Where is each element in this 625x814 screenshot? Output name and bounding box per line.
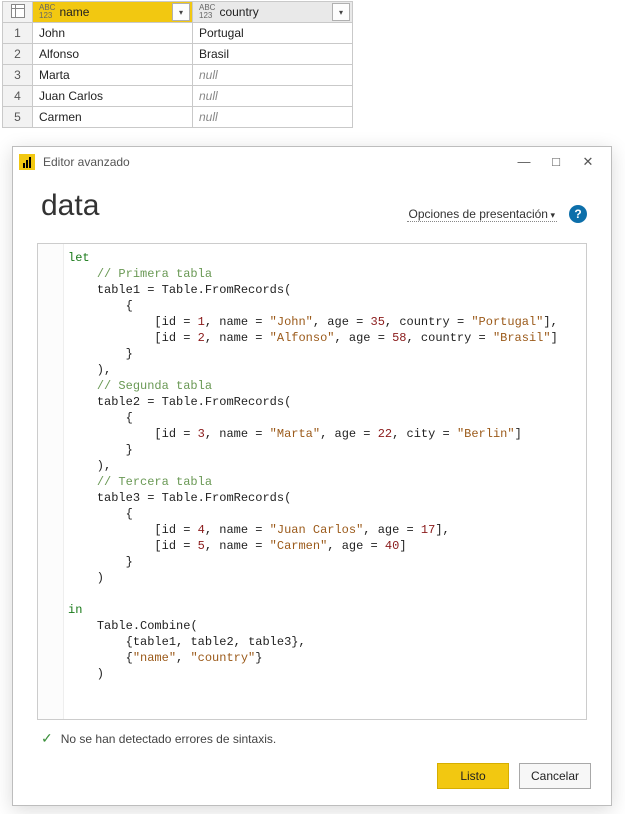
- column-filter-button[interactable]: ▾: [332, 3, 350, 21]
- cell-name[interactable]: Juan Carlos: [33, 86, 193, 107]
- cell-name[interactable]: Carmen: [33, 107, 193, 128]
- advanced-editor-window: Editor avanzado — □ ✕ data Opciones de p…: [12, 146, 612, 806]
- cell-name[interactable]: John: [33, 23, 193, 44]
- row-number: 1: [3, 23, 33, 44]
- column-name-label: country: [217, 5, 332, 19]
- cell-country[interactable]: null: [193, 107, 353, 128]
- check-icon: ✓: [41, 730, 53, 747]
- row-number: 2: [3, 44, 33, 65]
- syntax-status: ✓ No se han detectado errores de sintaxi…: [13, 720, 611, 747]
- code-editor[interactable]: let // Primera tabla table1 = Table.From…: [37, 243, 587, 720]
- row-number: 5: [3, 107, 33, 128]
- close-button[interactable]: ✕: [581, 154, 595, 170]
- code-gutter: [38, 244, 64, 719]
- window-title: Editor avanzado: [43, 155, 517, 169]
- table-corner[interactable]: [3, 2, 33, 23]
- result-table: ABC123 name ▾ ABC123 country ▾ 1 John Po…: [2, 1, 353, 128]
- row-number: 3: [3, 65, 33, 86]
- cancel-button[interactable]: Cancelar: [519, 763, 591, 789]
- datatype-icon: ABC123: [33, 4, 57, 20]
- ok-button[interactable]: Listo: [437, 763, 509, 789]
- app-icon: [19, 154, 35, 170]
- row-number: 4: [3, 86, 33, 107]
- column-filter-button[interactable]: ▾: [172, 3, 190, 21]
- cell-country[interactable]: Brasil: [193, 44, 353, 65]
- minimize-button[interactable]: —: [517, 154, 531, 170]
- query-name: data: [41, 189, 99, 223]
- datatype-icon: ABC123: [193, 4, 217, 20]
- help-icon[interactable]: ?: [569, 205, 587, 223]
- table-icon: [11, 4, 25, 18]
- table-row[interactable]: 4 Juan Carlos null: [3, 86, 353, 107]
- cell-country[interactable]: Portugal: [193, 23, 353, 44]
- cell-country[interactable]: null: [193, 86, 353, 107]
- code-text[interactable]: let // Primera tabla table1 = Table.From…: [64, 244, 566, 719]
- maximize-button[interactable]: □: [549, 154, 563, 170]
- column-header-name[interactable]: ABC123 name ▾: [33, 2, 193, 23]
- table-row[interactable]: 3 Marta null: [3, 65, 353, 86]
- display-options-dropdown[interactable]: Opciones de presentación: [407, 207, 557, 222]
- cell-country[interactable]: null: [193, 65, 353, 86]
- table-row[interactable]: 1 John Portugal: [3, 23, 353, 44]
- column-name-label: name: [57, 5, 172, 19]
- cell-name[interactable]: Alfonso: [33, 44, 193, 65]
- column-header-country[interactable]: ABC123 country ▾: [193, 2, 353, 23]
- table-row[interactable]: 5 Carmen null: [3, 107, 353, 128]
- titlebar[interactable]: Editor avanzado — □ ✕: [13, 147, 611, 177]
- cell-name[interactable]: Marta: [33, 65, 193, 86]
- status-text: No se han detectado errores de sintaxis.: [61, 732, 276, 746]
- table-row[interactable]: 2 Alfonso Brasil: [3, 44, 353, 65]
